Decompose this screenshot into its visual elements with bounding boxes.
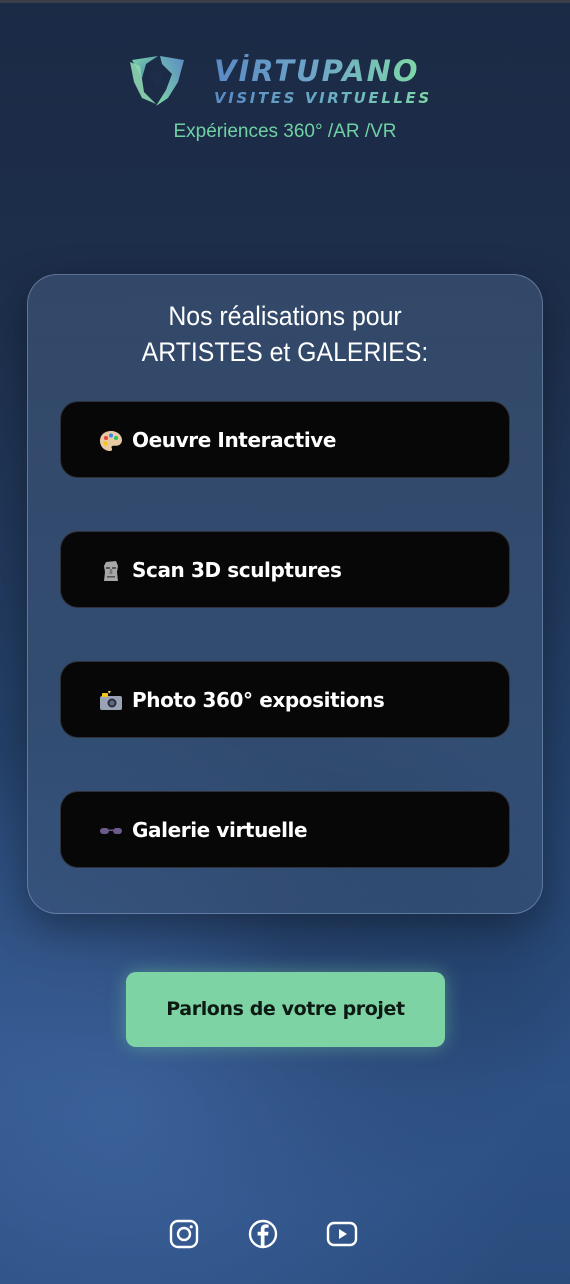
top-border (0, 0, 570, 3)
item-galerie-virtuelle-button[interactable]: Galerie virtuelle (60, 791, 510, 868)
instagram-icon[interactable] (168, 1218, 200, 1250)
item-label: Scan 3D sculptures (132, 558, 342, 582)
facebook-icon[interactable] (247, 1218, 279, 1250)
item-oeuvre-interactive-button[interactable]: Oeuvre Interactive (60, 401, 510, 478)
moai-statue-icon (104, 561, 118, 581)
tagline: Expériences 360° /AR /VR (173, 121, 397, 142)
item-photo-360-button[interactable]: Photo 360° expositions (60, 661, 510, 738)
youtube-icon[interactable] (326, 1218, 358, 1250)
logo-shield-icon (130, 56, 184, 106)
vr-glasses-icon (100, 828, 122, 834)
brand-logo[interactable]: VİRTUPANO VISITES VIRTUELLES (128, 52, 458, 112)
cta-label: Parlons de votre projet (166, 998, 405, 1020)
item-label: Oeuvre Interactive (132, 428, 337, 452)
palette-icon (100, 431, 122, 451)
camera-flash-icon (100, 691, 122, 710)
contact-cta-button[interactable]: Parlons de votre projet (126, 972, 445, 1047)
card-title: Nos réalisations pour ARTISTES et GALERI… (23, 298, 547, 370)
brand-subtitle: VISITES VIRTUELLES (214, 89, 432, 107)
item-scan-3d-button[interactable]: Scan 3D sculptures (60, 531, 510, 608)
card-title-line-1: Nos réalisations pour (168, 301, 402, 331)
item-label: Galerie virtuelle (132, 818, 308, 842)
item-label: Photo 360° expositions (132, 688, 385, 712)
brand-title: VİRTUPANO (214, 54, 420, 88)
card-title-line-2: ARTISTES et GALERIES: (141, 337, 429, 367)
